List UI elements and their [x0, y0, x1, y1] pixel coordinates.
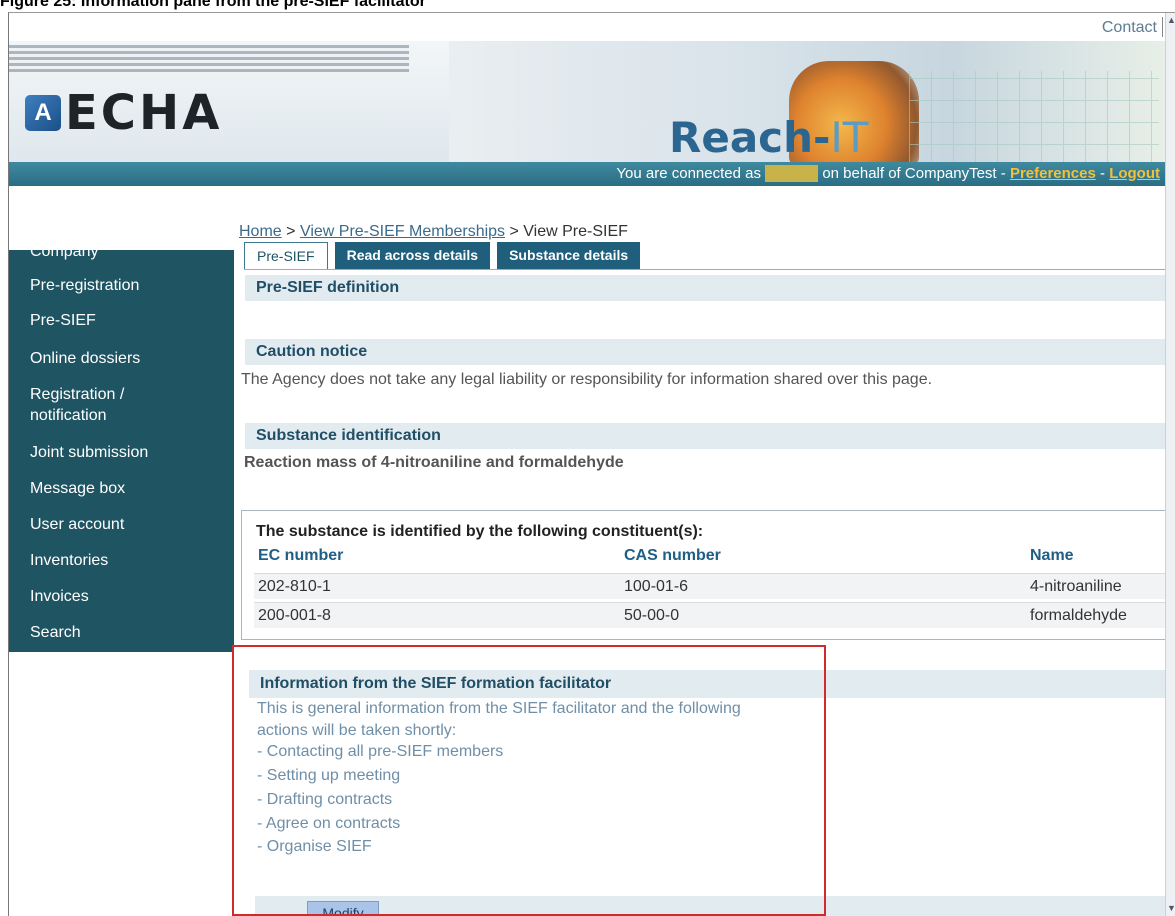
- tab-underline: [244, 269, 1166, 270]
- connection-middle: on behalf of CompanyTest -: [822, 165, 1006, 182]
- column-header-name: Name: [1030, 547, 1074, 564]
- sidebar-item-inventories[interactable]: Inventories: [30, 552, 108, 570]
- breadcrumb-current: View Pre-SIEF: [523, 223, 628, 240]
- vertical-scrollbar[interactable]: ▲ ▼: [1165, 13, 1175, 916]
- echa-logo-icon: A: [25, 95, 61, 131]
- sidebar-item-registration[interactable]: Registration /: [30, 386, 124, 404]
- header-banner: A ECHA Reach-IT: [9, 41, 1166, 167]
- connection-separator: -: [1100, 165, 1106, 182]
- echa-logo[interactable]: A ECHA: [25, 85, 222, 141]
- connection-prefix: You are connected as: [616, 165, 761, 182]
- breadcrumb-sep: >: [509, 223, 519, 240]
- sidebar-item-message-box[interactable]: Message box: [30, 480, 125, 498]
- sidebar-item-company[interactable]: Company: [30, 243, 98, 261]
- echa-logo-text: ECHA: [65, 85, 223, 141]
- section-substance-identification: Substance identification: [245, 423, 1166, 449]
- app-logo-suffix: IT: [830, 113, 869, 162]
- tab-bar: Pre-SIEF Read across details Substance d…: [244, 242, 647, 270]
- connection-bar: You are connected as xxxxxx on behalf of…: [9, 162, 1166, 186]
- sidebar-item-registration-line2[interactable]: notification: [30, 407, 107, 425]
- sidebar-item-joint-submission[interactable]: Joint submission: [30, 444, 148, 462]
- preferences-link[interactable]: Preferences: [1010, 165, 1096, 182]
- section-caution-notice: Caution notice: [245, 339, 1166, 365]
- table-row: 200-001-8 50-00-0 formaldehyde: [254, 602, 1167, 628]
- breadcrumb-memberships[interactable]: View Pre-SIEF Memberships: [300, 223, 505, 240]
- sidebar-item-online-dossiers[interactable]: Online dossiers: [30, 350, 140, 368]
- cell-ec-number: 202-810-1: [258, 578, 331, 595]
- breadcrumb: Home > View Pre-SIEF Memberships > View …: [239, 223, 628, 241]
- circuit-image: [909, 71, 1159, 167]
- contact-separator: [1162, 17, 1163, 37]
- facilitator-highlight-box: [232, 645, 826, 916]
- section-pre-sief-definition: Pre-SIEF definition: [245, 275, 1166, 301]
- sidebar-item-invoices[interactable]: Invoices: [30, 588, 89, 606]
- figure-caption: Figure 25: Information pane from the pre…: [0, 0, 426, 10]
- app-logo-main: Reach-: [669, 113, 831, 162]
- constituents-caption: The substance is identified by the follo…: [256, 523, 704, 540]
- contact-link[interactable]: Contact: [1102, 19, 1157, 37]
- sidebar-item-search[interactable]: Search: [30, 624, 81, 642]
- table-row: 202-810-1 100-01-6 4-nitroaniline: [254, 573, 1167, 599]
- logout-link[interactable]: Logout: [1109, 165, 1160, 182]
- banner-stripes: [9, 45, 409, 73]
- sidebar-item-pre-registration[interactable]: Pre-registration: [30, 277, 139, 295]
- tab-pre-sief[interactable]: Pre-SIEF: [244, 242, 328, 270]
- cell-ec-number: 200-001-8: [258, 607, 331, 624]
- sidebar-nav: Company Pre-registration Pre-SIEF Online…: [9, 243, 234, 652]
- breadcrumb-home[interactable]: Home: [239, 223, 282, 240]
- constituents-table: The substance is identified by the follo…: [241, 510, 1167, 640]
- column-header-cas-number: CAS number: [624, 547, 721, 564]
- tab-read-across-details[interactable]: Read across details: [334, 242, 491, 270]
- column-header-ec-number: EC number: [258, 547, 344, 564]
- connected-username: xxxxxx: [765, 165, 819, 182]
- tab-substance-details[interactable]: Substance details: [497, 242, 641, 270]
- cell-cas-number: 50-00-0: [624, 607, 680, 624]
- cell-name: 4-nitroaniline: [1030, 578, 1122, 595]
- app-logo: Reach-IT: [669, 113, 868, 162]
- breadcrumb-sep: >: [286, 223, 296, 240]
- sidebar-item-user-account[interactable]: User account: [30, 516, 124, 534]
- scroll-up-icon[interactable]: ▲: [1167, 15, 1175, 25]
- cell-name: formaldehyde: [1030, 607, 1127, 624]
- cell-cas-number: 100-01-6: [624, 578, 689, 595]
- substance-name: Reaction mass of 4-nitroaniline and form…: [244, 454, 624, 471]
- scroll-down-icon[interactable]: ▼: [1167, 903, 1175, 913]
- sidebar-item-pre-sief[interactable]: Pre-SIEF: [30, 312, 96, 330]
- caution-text: The Agency does not take any legal liabi…: [241, 371, 933, 388]
